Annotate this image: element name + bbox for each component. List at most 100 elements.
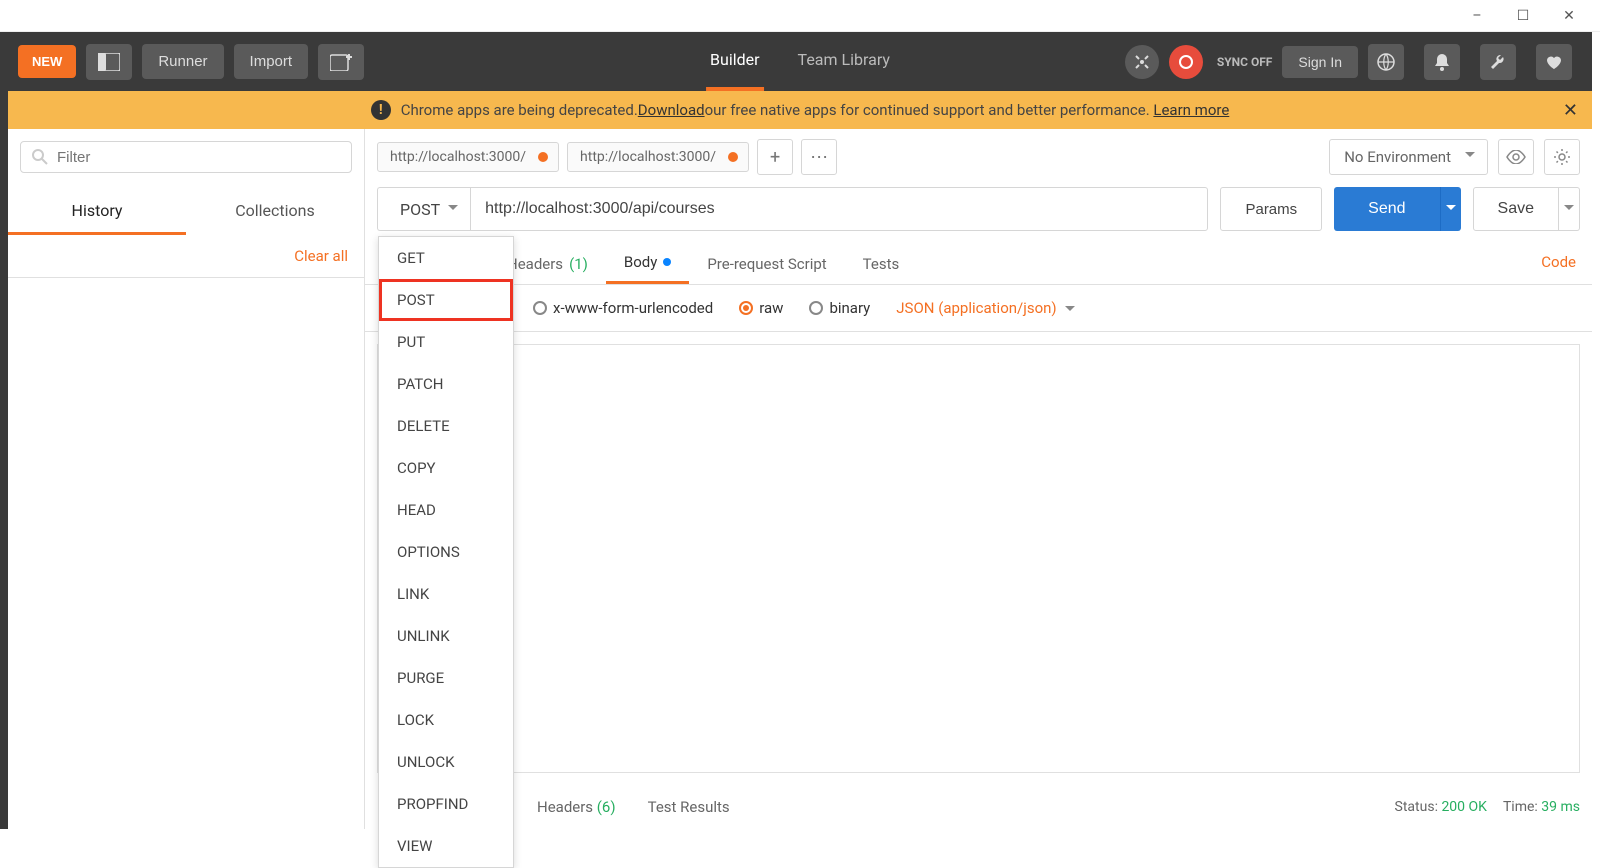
- response-test-results-tab[interactable]: Test Results: [632, 794, 746, 820]
- collections-tab[interactable]: Collections: [186, 189, 364, 235]
- workspace: History Collections Clear all http://loc…: [8, 129, 1592, 829]
- satellite-icon: [1133, 53, 1151, 71]
- toolbar-right: SYNC OFF Sign In: [1125, 44, 1582, 80]
- tests-tab[interactable]: Tests: [845, 243, 918, 284]
- method-option-patch[interactable]: PATCH: [379, 363, 513, 405]
- window-title-bar: – ☐ ✕: [0, 0, 1600, 32]
- method-option-unlock[interactable]: UNLOCK: [379, 741, 513, 783]
- save-button[interactable]: Save: [1473, 187, 1559, 231]
- bell-icon: [1434, 53, 1450, 71]
- minimize-button[interactable]: –: [1454, 0, 1500, 32]
- wrench-icon: [1489, 53, 1507, 71]
- params-button[interactable]: Params: [1220, 187, 1322, 231]
- send-dropdown-button[interactable]: [1440, 187, 1461, 231]
- add-tab-button[interactable]: +: [757, 139, 793, 175]
- close-button[interactable]: ✕: [1546, 0, 1592, 32]
- method-option-lock[interactable]: LOCK: [379, 699, 513, 741]
- method-option-put[interactable]: PUT: [379, 321, 513, 363]
- filter-box[interactable]: [20, 141, 352, 173]
- sync-status-icon[interactable]: [1169, 45, 1203, 79]
- body-tab[interactable]: Body: [606, 243, 689, 284]
- url-row: POST GETPOSTPUTPATCHDELETECOPYHEADOPTION…: [365, 175, 1592, 243]
- method-option-delete[interactable]: DELETE: [379, 405, 513, 447]
- banner-download-link[interactable]: Download: [638, 101, 705, 119]
- method-option-propfind[interactable]: PROPFIND: [379, 783, 513, 825]
- pre-request-script-tab[interactable]: Pre-request Script: [689, 243, 844, 284]
- notifications-button[interactable]: [1424, 44, 1460, 80]
- send-button[interactable]: Send: [1334, 187, 1439, 231]
- request-body-editor[interactable]: [377, 344, 1580, 773]
- filter-wrap: [8, 129, 364, 177]
- method-option-purge[interactable]: PURGE: [379, 657, 513, 699]
- method-option-post[interactable]: POST: [379, 279, 513, 321]
- save-dropdown-button[interactable]: [1559, 187, 1580, 231]
- builder-tab[interactable]: Builder: [706, 32, 764, 91]
- panel-icon: [98, 53, 120, 71]
- raw-radio[interactable]: raw: [739, 299, 783, 317]
- app-toolbar: NEW Runner Import Builder Team Library S…: [8, 32, 1592, 91]
- environment-select[interactable]: No Environment: [1329, 139, 1488, 175]
- urlencoded-radio[interactable]: x-www-form-urlencoded: [533, 299, 713, 317]
- alert-icon: !: [371, 100, 391, 120]
- side-tabs: History Collections: [8, 189, 364, 235]
- new-window-button[interactable]: [318, 44, 364, 80]
- signin-button[interactable]: Sign In: [1282, 46, 1358, 78]
- method-dropdown: GETPOSTPUTPATCHDELETECOPYHEADOPTIONSLINK…: [378, 236, 514, 868]
- team-library-tab[interactable]: Team Library: [794, 32, 894, 91]
- maximize-button[interactable]: ☐: [1500, 0, 1546, 32]
- banner-learn-link[interactable]: Learn more: [1153, 101, 1229, 119]
- tab-options-button[interactable]: ⋯: [801, 139, 837, 175]
- search-icon: [31, 148, 49, 166]
- history-tab[interactable]: History: [8, 189, 186, 235]
- method-option-view[interactable]: VIEW: [379, 825, 513, 867]
- body-format-select[interactable]: JSON (application/json): [896, 299, 1074, 317]
- send-group: Send: [1334, 187, 1460, 231]
- interceptor-icon[interactable]: [1125, 45, 1159, 79]
- filter-input[interactable]: [57, 149, 341, 166]
- toggle-sidebar-button[interactable]: [86, 44, 132, 80]
- method-select[interactable]: POST GETPOSTPUTPATCHDELETECOPYHEADOPTION…: [377, 187, 470, 231]
- settings-button[interactable]: [1480, 44, 1516, 80]
- method-option-link[interactable]: LINK: [379, 573, 513, 615]
- clear-all-link[interactable]: Clear all: [8, 235, 364, 278]
- gear-icon: [1553, 148, 1571, 166]
- body-type-row: x-www-form-urlencoded raw binary JSON (a…: [365, 285, 1592, 332]
- main-area: http://localhost:3000/ http://localhost:…: [365, 129, 1592, 829]
- sync-off-icon: [1178, 54, 1194, 70]
- method-option-get[interactable]: GET: [379, 237, 513, 279]
- env-row: No Environment: [1329, 139, 1580, 175]
- env-preview-button[interactable]: [1498, 139, 1534, 175]
- method-option-copy[interactable]: COPY: [379, 447, 513, 489]
- heart-button[interactable]: [1536, 44, 1572, 80]
- banner-close-icon[interactable]: ✕: [1563, 100, 1578, 121]
- method-option-unlink[interactable]: UNLINK: [379, 615, 513, 657]
- import-button[interactable]: Import: [234, 44, 309, 79]
- heart-icon: [1545, 54, 1563, 70]
- request-tab-row: http://localhost:3000/ http://localhost:…: [365, 129, 1592, 175]
- sync-off-label: SYNC OFF: [1217, 55, 1273, 69]
- url-input[interactable]: [470, 187, 1208, 231]
- unsaved-dot-icon: [728, 152, 738, 162]
- left-gutter: [0, 32, 8, 829]
- request-tab-0[interactable]: http://localhost:3000/: [377, 142, 559, 172]
- sidebar: History Collections Clear all: [8, 129, 365, 829]
- method-option-head[interactable]: HEAD: [379, 489, 513, 531]
- unsaved-dot-icon: [538, 152, 548, 162]
- eye-icon: [1506, 150, 1526, 164]
- response-tabs: Headers (6) Test Results Status: 200 OK …: [365, 785, 1592, 829]
- deprecation-banner: ! Chrome apps are being deprecated. Down…: [8, 91, 1592, 129]
- response-status-row: Status: 200 OK Time: 39 ms: [1395, 799, 1580, 815]
- env-settings-button[interactable]: [1544, 139, 1580, 175]
- new-button[interactable]: NEW: [18, 45, 76, 78]
- binary-radio[interactable]: binary: [809, 299, 870, 317]
- body-changed-dot-icon: [663, 258, 671, 266]
- banner-text-b: our free native apps for continued suppo…: [705, 101, 1150, 119]
- new-window-icon: [330, 53, 352, 71]
- method-option-options[interactable]: OPTIONS: [379, 531, 513, 573]
- request-tab-1[interactable]: http://localhost:3000/: [567, 142, 749, 172]
- runner-button[interactable]: Runner: [142, 44, 223, 79]
- cloud-button[interactable]: [1368, 44, 1404, 80]
- code-link[interactable]: Code: [1537, 243, 1580, 284]
- globe-icon: [1377, 53, 1395, 71]
- center-nav: Builder Team Library: [706, 32, 894, 91]
